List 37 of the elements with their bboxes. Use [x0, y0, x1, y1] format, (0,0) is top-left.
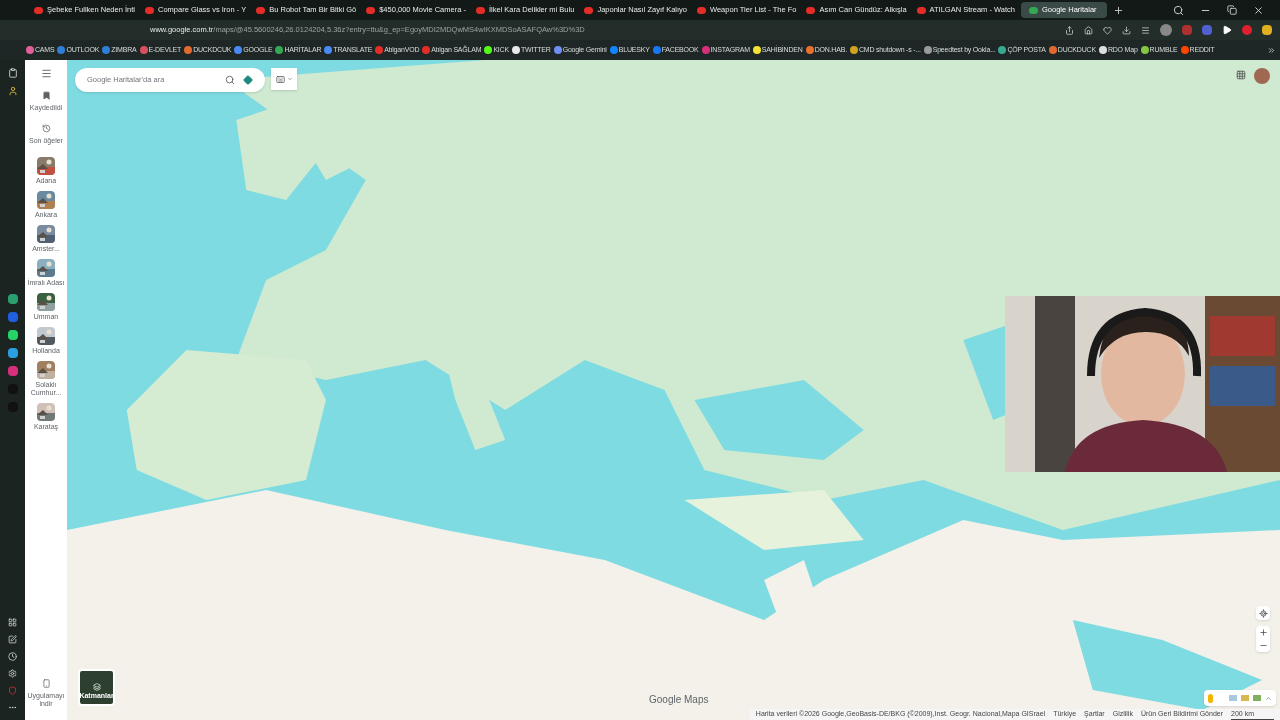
home-icon[interactable]	[1084, 25, 1093, 35]
app-icon[interactable]	[7, 294, 18, 304]
history-icon	[41, 124, 51, 134]
search-icon[interactable]	[1173, 4, 1184, 16]
restore-icon[interactable]	[1227, 5, 1237, 15]
video-icon	[366, 6, 376, 14]
menu-icon[interactable]	[1141, 25, 1150, 35]
video-icon	[584, 6, 594, 14]
menu-icon[interactable]	[40, 68, 52, 79]
settings-icon[interactable]	[8, 669, 17, 678]
app-icon[interactable]	[7, 348, 18, 358]
app-icon[interactable]	[7, 330, 18, 340]
new-tab-icon[interactable]	[1113, 4, 1124, 16]
video-icon	[145, 6, 154, 14]
video-icon	[806, 6, 816, 14]
phone-icon	[41, 678, 51, 688]
avatar-icon[interactable]	[1160, 24, 1172, 36]
maps-icon	[1029, 6, 1038, 14]
share-icon[interactable]	[1065, 25, 1074, 35]
bookmark-icon	[41, 91, 51, 100]
more-icon[interactable]	[8, 703, 17, 712]
video-icon	[916, 6, 926, 14]
download-icon[interactable]	[1122, 25, 1131, 35]
edit-icon[interactable]	[8, 635, 17, 644]
video-icon	[256, 6, 266, 14]
clipboard-icon[interactable]	[7, 68, 18, 78]
video-icon	[475, 6, 485, 14]
app-icon[interactable]	[7, 366, 18, 376]
video-icon	[34, 6, 43, 14]
more-bookmarks-icon[interactable]	[1267, 45, 1276, 55]
heart-icon[interactable]	[1103, 25, 1112, 35]
close-icon[interactable]	[1253, 4, 1264, 16]
grid-icon[interactable]	[8, 618, 17, 627]
user-icon[interactable]	[7, 86, 18, 96]
play-icon[interactable]	[1222, 25, 1232, 35]
clock-icon[interactable]	[8, 652, 17, 661]
video-icon	[697, 6, 706, 14]
